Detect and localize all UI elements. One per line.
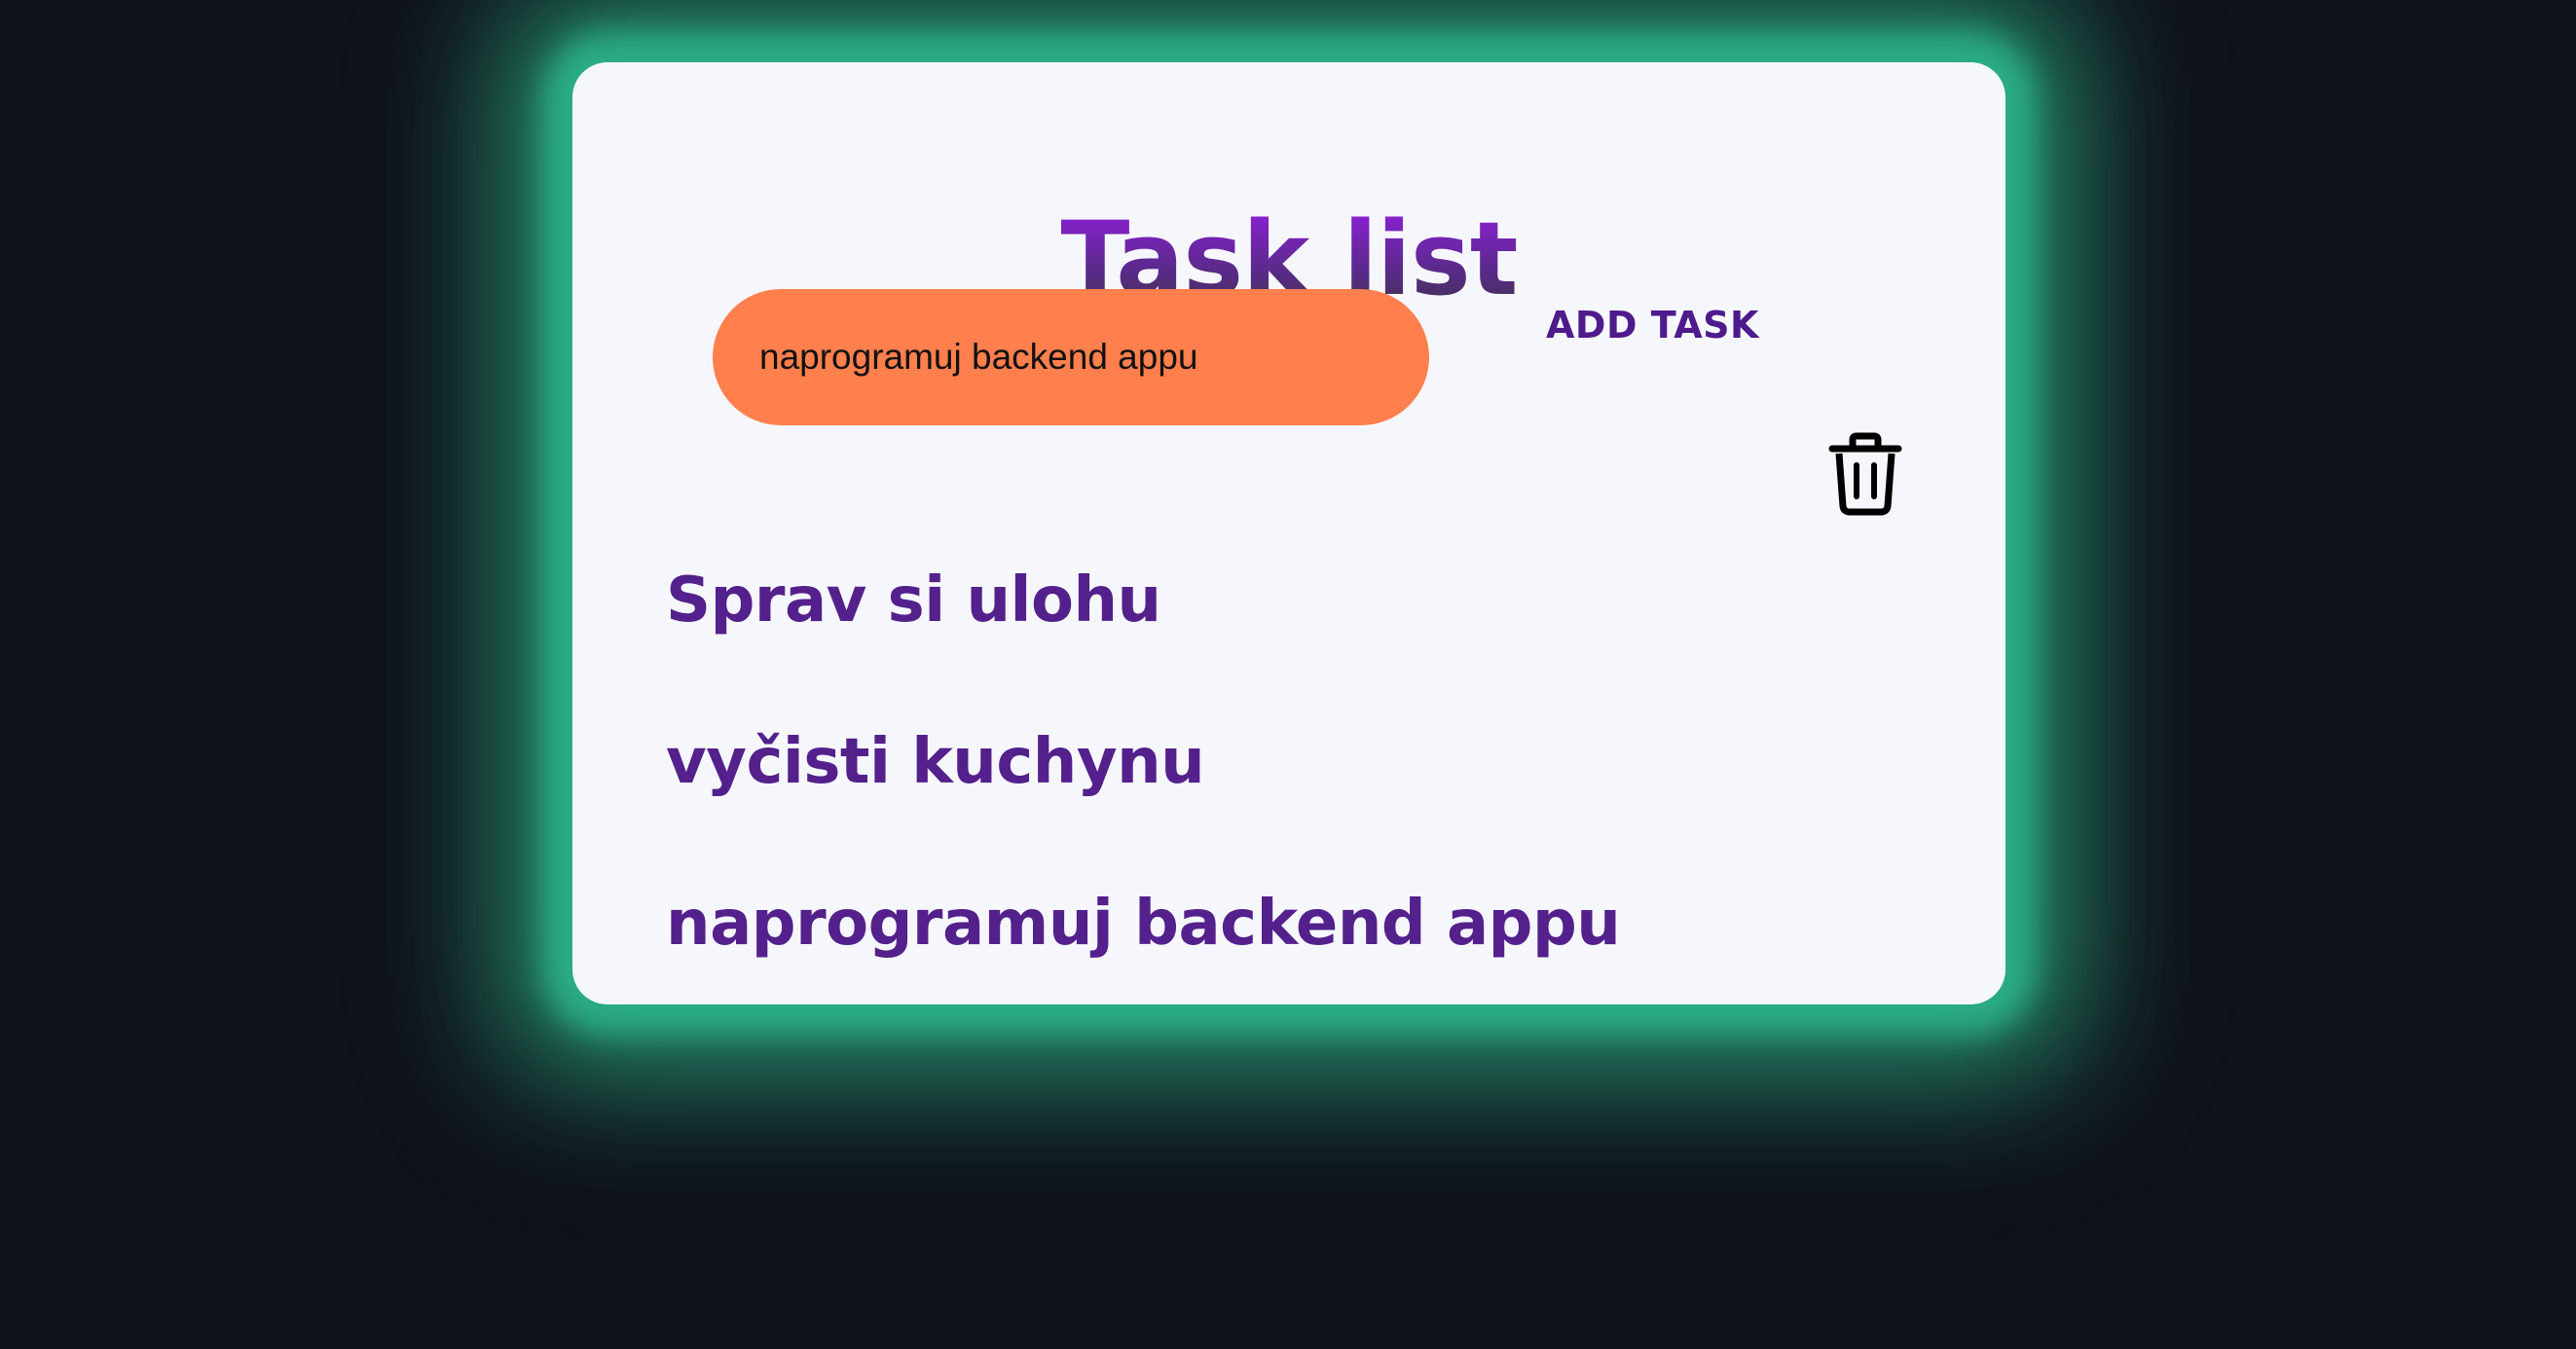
task-card: Task list ADD TASK Sprav si ulohu vyčist… bbox=[572, 62, 2006, 1004]
trash-icon[interactable] bbox=[1828, 432, 1902, 516]
add-task-button[interactable]: ADD TASK bbox=[1507, 276, 1798, 374]
task-input[interactable] bbox=[713, 289, 1429, 425]
task-item[interactable]: Sprav si ulohu bbox=[666, 520, 1620, 681]
task-list: Sprav si ulohu vyčisti kuchynu naprogram… bbox=[666, 520, 1621, 1004]
task-item[interactable]: naprogramuj backend appu bbox=[666, 843, 1621, 1004]
task-item[interactable]: vyčisti kuchynu bbox=[666, 681, 1620, 843]
